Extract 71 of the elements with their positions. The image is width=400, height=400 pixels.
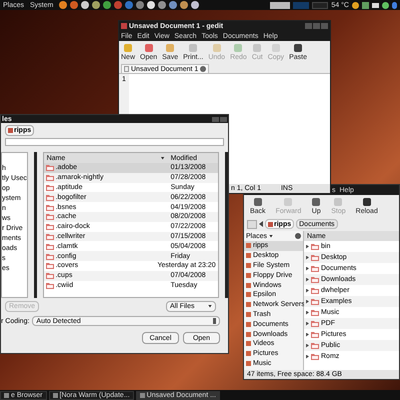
folder-icon [46, 194, 54, 201]
folder-icon [311, 298, 319, 305]
folder-icon [46, 252, 54, 260]
new-icon [123, 43, 133, 53]
app-icon [52, 392, 58, 398]
app-icon [4, 392, 9, 398]
folder-icon [46, 164, 54, 172]
tray-icon[interactable] [382, 2, 389, 8]
caret-icon [208, 304, 212, 308]
folder-icon [311, 342, 319, 349]
undo-icon [212, 43, 222, 53]
folder-icon [46, 213, 54, 220]
expander-icon [306, 256, 309, 260]
folder-icon [311, 353, 319, 360]
stop-icon [333, 197, 344, 207]
document-icon [124, 66, 129, 72]
save-icon [165, 43, 176, 53]
folder-icon [46, 232, 54, 240]
folder-icon [46, 184, 54, 191]
expander-icon [306, 344, 309, 348]
expander-icon [306, 354, 309, 358]
edit-toggle-icon[interactable] [247, 220, 257, 228]
paste-icon [293, 43, 304, 53]
scroll-left-icon[interactable] [259, 221, 263, 227]
spinner-icon [213, 318, 216, 324]
copy-icon [270, 43, 281, 53]
home-icon [8, 128, 13, 133]
folder-icon [311, 331, 319, 338]
folder-icon [311, 254, 319, 261]
back-icon [252, 197, 263, 207]
redo-icon [233, 43, 244, 53]
reload-icon [362, 197, 372, 207]
bluetooth-icon[interactable] [392, 2, 397, 8]
expander-icon [306, 322, 309, 326]
forward-icon [283, 197, 294, 207]
close-icon[interactable] [200, 66, 206, 72]
folder-icon [46, 223, 54, 230]
expander-icon [306, 278, 309, 282]
up-icon [311, 197, 322, 207]
expander-icon [306, 332, 309, 336]
network-graph-icon [293, 2, 310, 8]
close-icon[interactable] [295, 233, 301, 239]
location-field[interactable] [5, 138, 224, 146]
folder-icon [311, 276, 319, 283]
home-icon [268, 222, 273, 226]
app-icon [140, 392, 145, 398]
folder-icon [311, 320, 319, 327]
sort-icon [160, 156, 165, 160]
mail-icon[interactable] [372, 2, 379, 8]
expander-icon [306, 300, 309, 304]
expander-icon [306, 266, 309, 270]
folder-icon [46, 204, 54, 211]
expander-icon [306, 288, 309, 292]
folder-icon [46, 272, 54, 280]
folder-icon [311, 287, 319, 294]
cut-icon [252, 43, 262, 53]
folder-icon [311, 265, 319, 272]
folder-icon [46, 262, 54, 270]
folder-icon [46, 174, 54, 182]
applet-icon [270, 2, 290, 8]
folder-icon [46, 282, 54, 289]
folder-icon [311, 309, 319, 316]
caret-icon [269, 234, 274, 238]
folder-icon [46, 242, 54, 250]
print-icon [188, 43, 198, 53]
expander-icon [306, 244, 309, 248]
cpu-graph-icon [312, 2, 328, 8]
expander-icon [306, 310, 309, 314]
open-icon [144, 43, 154, 53]
app-icon [121, 23, 127, 29]
folder-icon [311, 243, 319, 250]
